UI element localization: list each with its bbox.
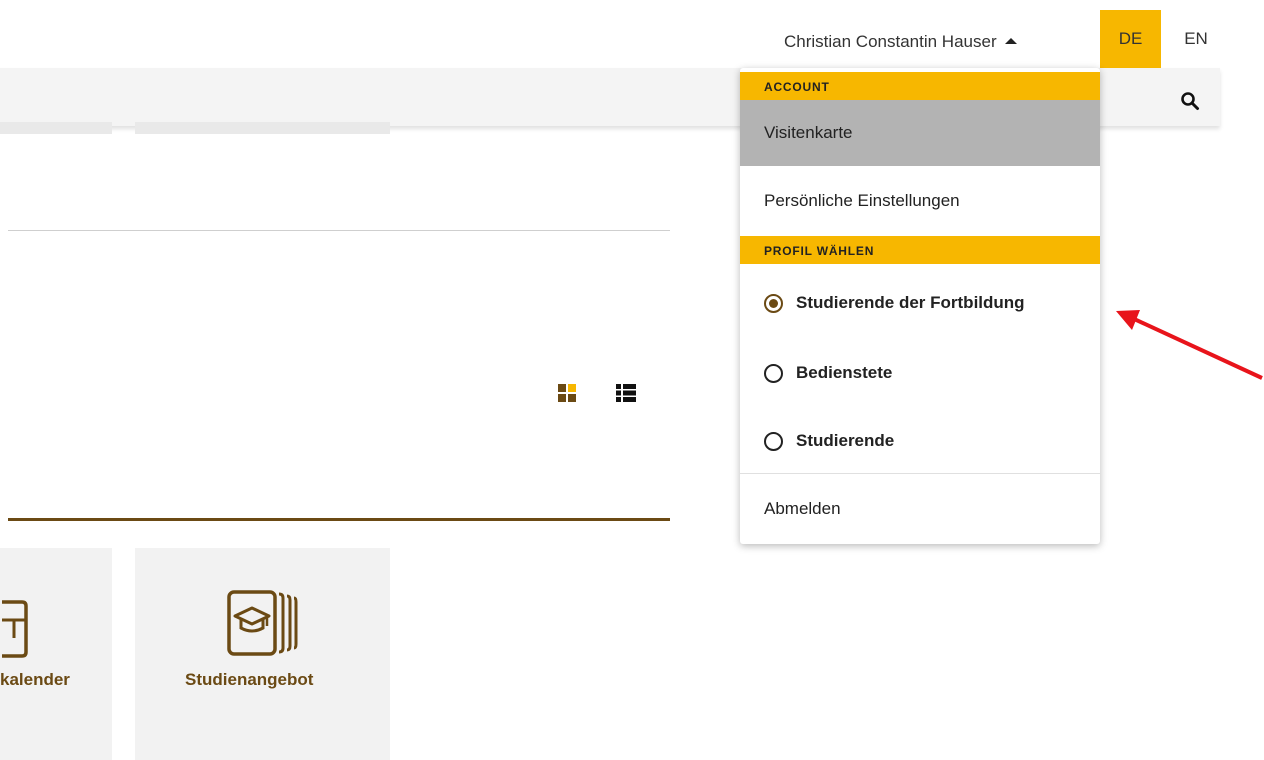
menu-item-label: Abmelden [764, 499, 841, 518]
calendar-icon [2, 600, 28, 658]
list-view-icon[interactable] [616, 384, 636, 402]
radio-unselected-icon [764, 431, 783, 451]
logout-button[interactable]: Abmelden [740, 474, 1100, 544]
profile-option-label: Studierende der Fortbildung [796, 293, 1025, 312]
profile-option-label: Bedienstete [796, 363, 893, 382]
grid-view-icon[interactable] [558, 384, 576, 402]
tile-calendar[interactable]: kalender [0, 548, 112, 760]
profile-option-bedienstete[interactable]: Bedienstete [740, 338, 1100, 408]
tile-label: kalender [0, 670, 70, 689]
nav-tab-edge [0, 122, 112, 134]
language-en-button[interactable]: EN [1176, 10, 1216, 68]
menu-item-label: Visitenkarte [764, 123, 853, 142]
radio-selected-icon [764, 293, 783, 313]
language-de-button[interactable]: DE [1100, 10, 1161, 68]
user-menu-trigger[interactable]: Christian Constantin Hauser [784, 32, 1017, 52]
radio-unselected-icon [764, 363, 783, 383]
section-divider [8, 230, 670, 231]
profile-option-fortbildung[interactable]: Studierende der Fortbildung [740, 268, 1100, 338]
menu-item-settings[interactable]: Persönliche Einstellungen [740, 166, 1100, 236]
menu-item-visitenkarte[interactable]: Visitenkarte [740, 100, 1100, 166]
nav-tab-edge [135, 122, 390, 134]
profile-section-header: PROFIL WÄHLEN [740, 236, 1100, 264]
account-section-header: ACCOUNT [740, 72, 1100, 100]
tile-label: Studienangebot [185, 670, 314, 689]
profile-option-label: Studierende [796, 431, 895, 450]
graduation-cap-icon [227, 590, 298, 656]
tiles-divider [8, 518, 670, 521]
caret-up-icon [1004, 38, 1017, 44]
tile-study-offer[interactable]: Studienangebot [135, 548, 390, 760]
profile-option-studierende[interactable]: Studierende [740, 408, 1100, 474]
menu-item-label: Persönliche Einstellungen [764, 191, 960, 210]
user-dropdown-menu: ACCOUNT Visitenkarte Persönliche Einstel… [740, 68, 1100, 544]
user-name: Christian Constantin Hauser [784, 32, 997, 51]
search-icon[interactable] [1180, 91, 1200, 111]
annotation-arrow-icon [1116, 310, 1263, 380]
